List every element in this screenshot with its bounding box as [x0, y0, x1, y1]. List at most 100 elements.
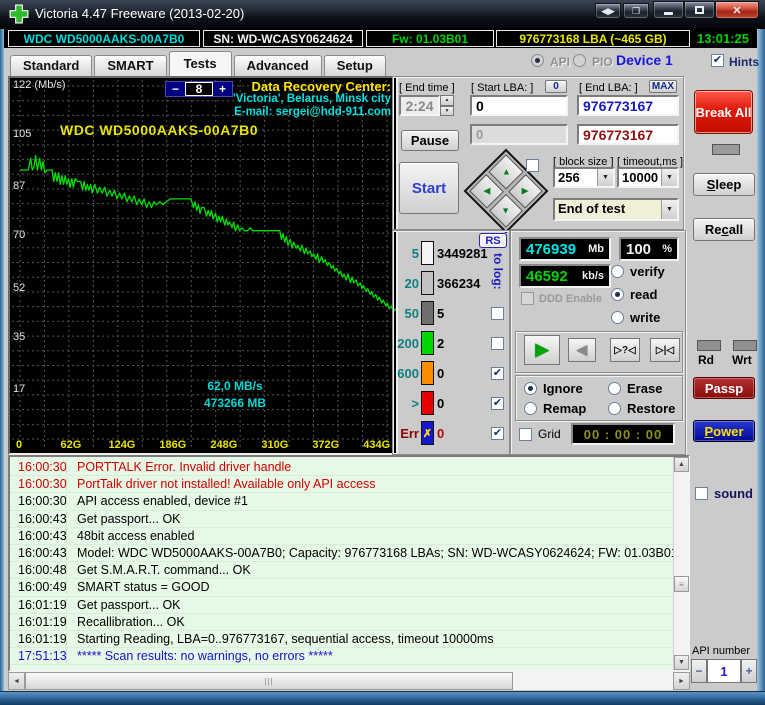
- spin-down-icon[interactable]: ▼: [440, 105, 454, 116]
- latency-row: 20 366234: [395, 268, 508, 298]
- end-lba-input[interactable]: 976773167: [577, 95, 679, 116]
- log-threshold-checkbox[interactable]: ✔: [491, 366, 504, 380]
- play-button[interactable]: ▶: [524, 335, 560, 365]
- restore-radio-row: Restore: [608, 401, 675, 416]
- timeout-combo[interactable]: 10000 ▼: [617, 167, 679, 188]
- banner-line3: E-mail: sergei@hdd-911.com: [234, 106, 391, 118]
- minimize-button[interactable]: [653, 1, 684, 19]
- x-axis-tick: 372G: [312, 439, 340, 451]
- remap-radio[interactable]: [524, 402, 537, 415]
- speed-lcd: 46592 kb/s: [519, 264, 611, 288]
- dropdown-arrow-icon[interactable]: ▼: [661, 169, 677, 186]
- scale-plus-button[interactable]: +: [213, 82, 232, 96]
- latency-threshold: >: [411, 395, 419, 411]
- scroll-right-button[interactable]: ►: [673, 672, 690, 690]
- hscroll-thumb[interactable]: |||: [25, 672, 513, 690]
- start-lba-reset-button[interactable]: 0: [545, 80, 567, 93]
- api-plus-button[interactable]: +: [741, 659, 757, 683]
- log-threshold-checkbox[interactable]: [491, 306, 504, 320]
- latency-histogram-panel: RS to log: 5 3449281 20 366234 50 5 200 2 600 0 ✔ >…: [392, 230, 510, 455]
- window-frame-bottom: [0, 691, 765, 705]
- power-button[interactable]: Power: [693, 420, 755, 442]
- log-threshold-checkbox[interactable]: ✔: [491, 396, 504, 410]
- tab-tests[interactable]: Tests: [168, 51, 232, 76]
- scale-minus-button[interactable]: −: [166, 82, 185, 96]
- title-bar[interactable]: Victoria 4.47 Freeware (2013-02-20) ◀▶ ❐…: [0, 0, 765, 29]
- log-vertical-scrollbar[interactable]: ▲ ≡ ▼: [673, 457, 689, 670]
- device-nav-button[interactable]: ◀▶: [595, 3, 621, 19]
- ddd-enable-checkbox[interactable]: [521, 292, 534, 305]
- log-message: PortTalk driver not installed! Available…: [66, 477, 673, 492]
- scroll-down-button[interactable]: ▼: [674, 655, 689, 670]
- start-button[interactable]: Start: [399, 162, 459, 214]
- hints-checkbox[interactable]: ✔: [711, 54, 724, 67]
- api-number-spinner: − 1 +: [691, 659, 757, 683]
- end-time-field[interactable]: 2:24: [399, 95, 440, 116]
- pause-button[interactable]: Pause: [401, 130, 459, 151]
- verify-radio[interactable]: [611, 265, 624, 278]
- log-row: 16:00:43 48bit access enabled: [10, 528, 673, 545]
- passport-button[interactable]: Passp: [693, 377, 755, 399]
- latency-swatch: [421, 331, 434, 355]
- grid-checkbox[interactable]: [519, 427, 532, 441]
- y-axis-tick: 17: [13, 382, 26, 395]
- sound-checkbox[interactable]: [695, 487, 708, 500]
- latency-threshold: 50: [404, 305, 419, 321]
- write-radio[interactable]: [611, 311, 624, 324]
- jog-option-checkbox[interactable]: [526, 159, 539, 172]
- erase-radio[interactable]: [608, 382, 621, 395]
- ignore-radio[interactable]: [524, 382, 537, 395]
- event-log[interactable]: 16:00:30 PORTTALK Error. Invalid driver h…: [8, 455, 690, 672]
- random-seek-button[interactable]: ▷?◁: [610, 338, 640, 362]
- log-threshold-checkbox[interactable]: [491, 336, 504, 350]
- log-horizontal-scrollbar[interactable]: ◄ ||| ►: [8, 672, 690, 690]
- scroll-left-button[interactable]: ◄: [8, 672, 25, 690]
- spin-up-icon[interactable]: ▲: [440, 95, 454, 106]
- maximize-button[interactable]: [684, 1, 715, 19]
- latency-row: 200 2: [395, 328, 508, 358]
- latency-count: 5: [437, 305, 445, 321]
- busy-indicator: [712, 144, 740, 155]
- end-action-combo[interactable]: End of test ▼: [553, 198, 679, 221]
- write-led-label: Wrt: [732, 353, 752, 367]
- end-lba-max-button[interactable]: MAX: [649, 80, 677, 93]
- hints-label: Hints: [729, 55, 759, 69]
- latency-count: 2: [437, 335, 445, 351]
- tab-smart[interactable]: SMART: [94, 55, 167, 76]
- restore-radio[interactable]: [608, 402, 621, 415]
- latency-threshold: 200: [397, 335, 419, 351]
- tab-standard[interactable]: Standard: [10, 55, 93, 76]
- start-lba-label: [ Start LBA: ]: [471, 82, 534, 94]
- butterfly-button[interactable]: ▷|◁: [650, 338, 680, 362]
- log-scroll-thumb[interactable]: ≡: [674, 576, 689, 592]
- block-size-combo[interactable]: 256 ▼: [553, 167, 615, 188]
- current-position-annotation: 473266 MB: [203, 396, 267, 410]
- log-message: Recallibration... OK: [66, 614, 673, 629]
- api-minus-button[interactable]: −: [691, 659, 707, 683]
- latency-threshold: 20: [404, 275, 419, 291]
- read-radio[interactable]: [611, 288, 624, 301]
- read-radio-row: read: [611, 287, 657, 302]
- sleep-button[interactable]: Sleep: [693, 173, 755, 196]
- tab-setup[interactable]: Setup: [323, 55, 386, 76]
- close-button[interactable]: ✕: [715, 1, 759, 19]
- popout-button[interactable]: ❐: [623, 3, 649, 19]
- latency-count: 0: [437, 395, 445, 411]
- reverse-button[interactable]: ◀: [568, 338, 596, 362]
- dropdown-arrow-icon[interactable]: ▼: [661, 200, 677, 219]
- recall-button[interactable]: Recall: [693, 218, 755, 241]
- log-row: 16:00:48 Get S.M.A.R.T. command... OK: [10, 562, 673, 580]
- log-row: 16:01:19 Get passport... OK: [10, 597, 673, 614]
- start-lba-input[interactable]: 0: [470, 95, 568, 116]
- dropdown-arrow-icon[interactable]: ▼: [597, 169, 613, 186]
- scroll-up-button[interactable]: ▲: [674, 457, 689, 472]
- latency-count: 0: [437, 365, 445, 381]
- log-message: Get passport... OK: [66, 511, 673, 526]
- grip-icon: ≡: [679, 579, 684, 589]
- log-threshold-checkbox[interactable]: ✔: [491, 426, 504, 440]
- break-all-button[interactable]: Break All: [694, 90, 753, 134]
- tab-advanced[interactable]: Advanced: [233, 55, 322, 76]
- read-led-label: Rd: [698, 353, 714, 367]
- api-radio[interactable]: [531, 54, 544, 67]
- pio-radio[interactable]: [573, 54, 586, 67]
